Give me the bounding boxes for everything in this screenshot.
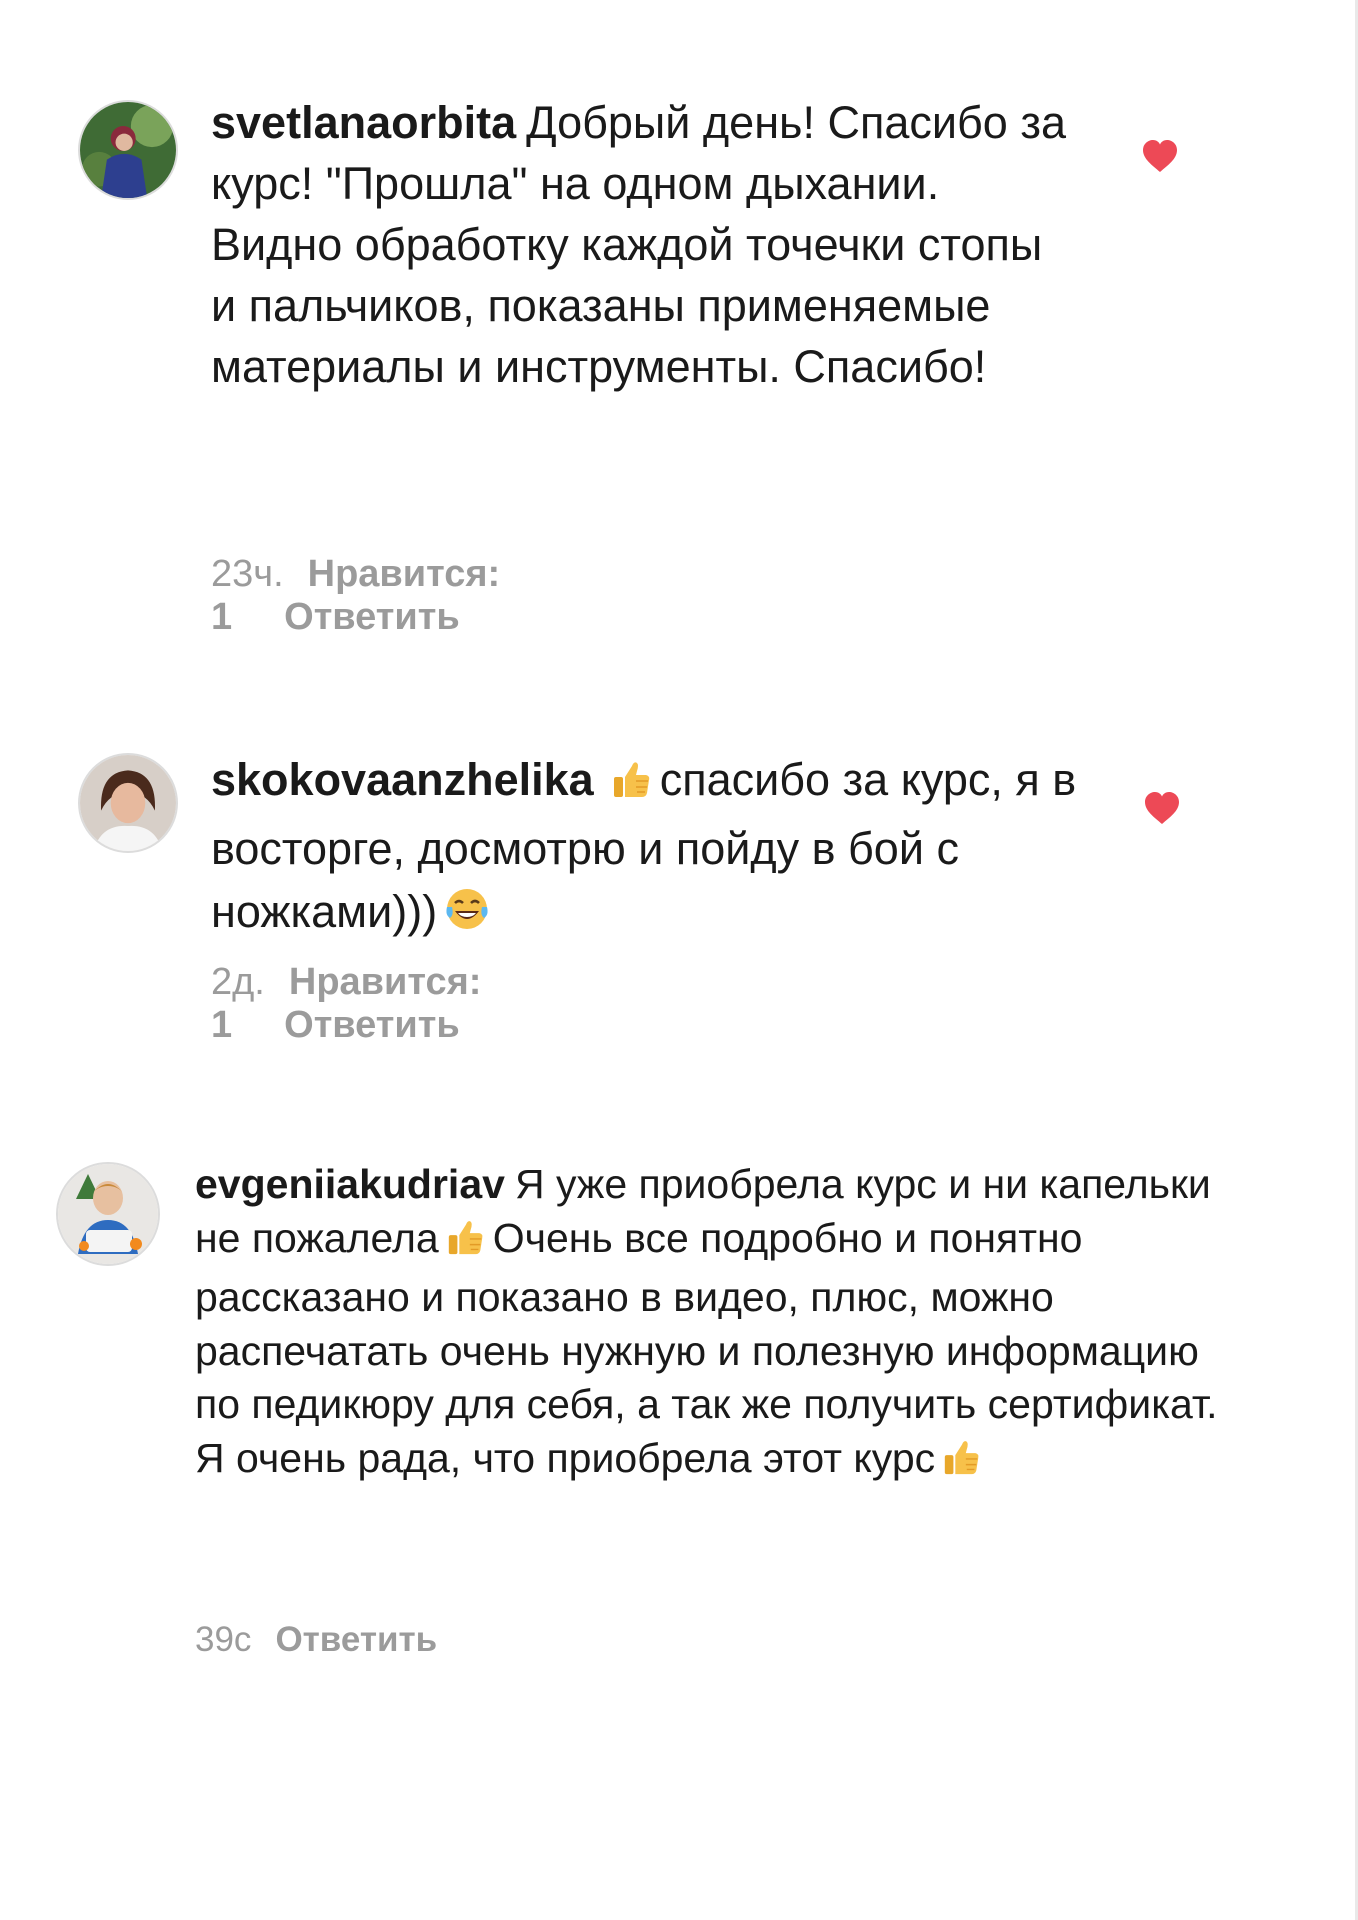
avatar[interactable] bbox=[78, 100, 178, 200]
heart-icon[interactable] bbox=[1142, 790, 1182, 826]
reply-button[interactable]: Ответить bbox=[284, 596, 460, 638]
comment-text: svetlanaorbita Добрый день! Спасибо за ку… bbox=[211, 92, 1071, 397]
avatar-image bbox=[58, 1164, 158, 1264]
tears-of-joy-icon bbox=[443, 885, 491, 949]
comment-text: evgeniiakudriav Я уже приобрела курс и ни… bbox=[195, 1158, 1225, 1491]
username-link[interactable]: evgeniiakudriav bbox=[195, 1161, 505, 1207]
heart-icon[interactable] bbox=[1140, 138, 1180, 174]
comment-body: svetlanaorbita Добрый день! Спасибо за ку… bbox=[211, 92, 1071, 397]
username-link[interactable]: skokovaanzhelika bbox=[211, 754, 594, 805]
comment-meta: 39с Ответить bbox=[195, 1620, 437, 1660]
comment-meta: 23ч. Нравится: 1 Ответить bbox=[211, 553, 500, 639]
comment-body: skokovaanzhelika спасибо за курс, я в вос… bbox=[211, 748, 1081, 949]
avatar-image bbox=[80, 102, 176, 198]
comment-meta: 2д. Нравится: 1 Ответить bbox=[211, 961, 481, 1047]
comment-body: evgeniiakudriav Я уже приобрела курс и ни… bbox=[195, 1158, 1225, 1491]
reply-button[interactable]: Ответить bbox=[284, 1004, 460, 1046]
comment-time: 39с bbox=[195, 1620, 252, 1659]
username-link[interactable]: svetlanaorbita bbox=[211, 97, 516, 148]
comment-time: 23ч. bbox=[211, 553, 284, 595]
avatar-image bbox=[80, 755, 176, 851]
thumbs-up-icon bbox=[610, 754, 654, 817]
thumbs-up-icon bbox=[445, 1216, 487, 1272]
comment-text: skokovaanzhelika спасибо за курс, я в вос… bbox=[211, 748, 1081, 949]
avatar[interactable] bbox=[78, 753, 178, 853]
avatar[interactable] bbox=[56, 1162, 160, 1266]
comment-time: 2д. bbox=[211, 961, 265, 1003]
thumbs-up-icon bbox=[941, 1436, 983, 1492]
reply-button[interactable]: Ответить bbox=[275, 1620, 437, 1659]
